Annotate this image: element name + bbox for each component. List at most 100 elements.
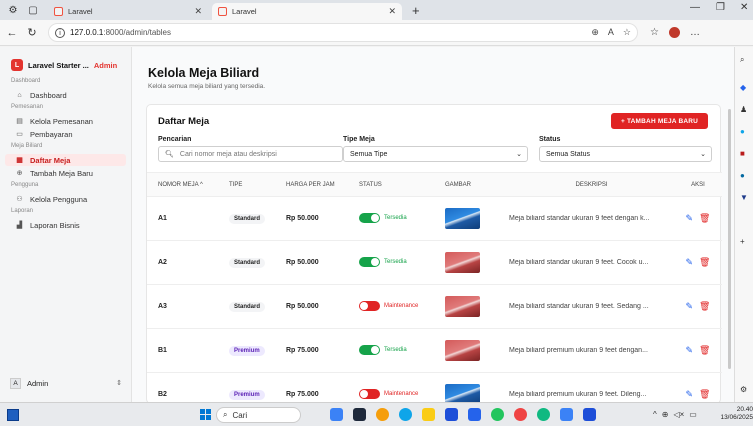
vscode-icon[interactable] <box>560 408 573 421</box>
table-thumbnail[interactable] <box>445 340 480 361</box>
page-scrollbar[interactable] <box>727 105 732 426</box>
card-icon: ▭ <box>16 131 23 138</box>
app-icon[interactable] <box>376 408 389 421</box>
sidebar-item-tambah-meja-baru[interactable]: ⊕ Tambah Meja Baru <box>0 167 131 179</box>
app-icon[interactable] <box>445 408 458 421</box>
type-badge: Premium <box>229 345 265 356</box>
table-thumbnail[interactable] <box>445 252 480 273</box>
taskbar-clock[interactable]: 20.40 13/06/2025 <box>718 406 753 422</box>
description-text: Meja biliard standar ukuran 9 feet. Seda… <box>509 303 649 310</box>
sidebar-item-label: Tambah Meja Baru <box>30 168 93 178</box>
restore-icon[interactable]: ❐ <box>716 2 725 13</box>
home-icon: ⌂ <box>17 91 22 99</box>
trash-icon[interactable]: 🗑︎ <box>699 213 710 224</box>
outlook-icon[interactable]: ● <box>740 127 745 136</box>
brand[interactable]: L Laravel Starter ... Admin <box>0 47 131 75</box>
search-input[interactable]: 🔍︎ Cari nomor meja atau deskripsi <box>158 146 343 162</box>
trash-icon[interactable]: 🗑︎ <box>699 257 710 268</box>
sidebar-item-pembayaran[interactable]: ▭ Pembayaran <box>0 128 131 140</box>
close-tab-icon[interactable]: ✕ <box>194 6 202 17</box>
laravel-favicon-icon <box>218 7 227 16</box>
read-aloud-icon[interactable]: A <box>608 27 614 38</box>
status-filter-select[interactable]: Semua Status ⌄ <box>539 146 712 162</box>
person-icon[interactable]: ♟ <box>740 105 747 114</box>
tab-actions-icon[interactable]: ▢ <box>26 3 40 17</box>
trash-icon[interactable]: 🗑︎ <box>699 389 710 400</box>
favorite-star-icon[interactable]: ☆ <box>623 27 631 38</box>
status-label: Tersedia <box>384 258 407 265</box>
status-toggle[interactable] <box>359 256 380 267</box>
sidebar-item-laporan-bisnis[interactable]: ▟ Laporan Bisnis <box>0 219 131 231</box>
status-toggle[interactable] <box>359 388 380 399</box>
status-toggle[interactable] <box>359 344 380 355</box>
site-info-icon[interactable]: i <box>55 27 65 38</box>
new-tab-icon[interactable]: + <box>412 3 420 18</box>
close-window-icon[interactable]: ✕ <box>740 2 748 13</box>
browser-tab-2[interactable]: Laravel ✕ <box>212 3 402 20</box>
taskbar-search[interactable]: ⌕ Cari <box>216 407 301 423</box>
chrome-icon[interactable] <box>537 408 550 421</box>
add-sidebar-icon[interactable]: + <box>740 237 745 246</box>
address-bar[interactable]: i 127.0.0.1 :8000/admin/tables ⊕ A ☆ <box>48 23 638 42</box>
table-thumbnail[interactable] <box>445 208 480 229</box>
tools-icon[interactable]: ■ <box>740 149 745 158</box>
battery-icon[interactable]: ▭ <box>689 410 697 419</box>
table-type-cell: Premium <box>229 372 286 402</box>
app-icon[interactable] <box>583 408 596 421</box>
edit-icon[interactable]: ✎ <box>686 213 694 224</box>
favorites-icon[interactable]: ☆ <box>650 27 659 38</box>
trash-icon[interactable]: 🗑︎ <box>699 301 710 312</box>
volume-icon[interactable]: ◁× <box>673 410 684 419</box>
profile-icon[interactable] <box>668 27 680 38</box>
copilot-icon[interactable]: ◆ <box>740 83 746 92</box>
sidebar-item-dashboard[interactable]: ⌂ Dashboard <box>0 89 131 101</box>
refresh-icon[interactable]: ↻ <box>24 26 40 39</box>
chevron-up-icon[interactable]: ^ <box>653 410 657 419</box>
status-toggle[interactable] <box>359 212 380 223</box>
browser-tab-1[interactable]: Laravel ✕ <box>48 3 208 20</box>
edit-icon[interactable]: ✎ <box>686 389 694 400</box>
windows-start-icon[interactable] <box>200 409 211 420</box>
column-header-gambar: GAMBAR <box>445 172 509 197</box>
games-icon[interactable]: ● <box>740 171 745 180</box>
sidebar-item-daftar-meja[interactable]: ▦ Daftar Meja <box>5 154 126 166</box>
status-toggle[interactable] <box>359 300 380 311</box>
whatsapp-icon[interactable] <box>491 408 504 421</box>
settings-icon[interactable]: ⚙ <box>740 385 747 394</box>
edge-icon[interactable] <box>399 408 412 421</box>
zoom-icon[interactable]: ⊕ <box>591 27 599 38</box>
table-status-cell: Maintenance <box>359 372 445 402</box>
type-filter-select[interactable]: Semua Tipe ⌄ <box>343 146 528 162</box>
sidebar-item-kelola-pemesanan[interactable]: ▤ Kelola Pemesanan <box>0 115 131 127</box>
scrollbar-thumb[interactable] <box>728 109 731 369</box>
close-tab-icon[interactable]: ✕ <box>388 6 396 17</box>
app-icon[interactable] <box>514 408 527 421</box>
minimize-icon[interactable]: — <box>690 2 700 13</box>
network-icon[interactable]: ⊕ <box>662 410 669 419</box>
sidebar-item-kelola-pengguna[interactable]: ⚇ Kelola Pengguna <box>0 193 131 205</box>
edit-icon[interactable]: ✎ <box>686 301 694 312</box>
edit-icon[interactable]: ✎ <box>686 257 694 268</box>
drop-icon[interactable]: ▼ <box>740 193 748 202</box>
add-table-button[interactable]: + TAMBAH MEJA BARU <box>611 113 708 129</box>
more-menu-icon[interactable]: … <box>690 27 700 38</box>
search-icon[interactable]: ⌕ <box>740 55 744 65</box>
table-row: A3 Standard Rp 50.000 Maintenance Meja bilia… <box>147 284 722 329</box>
user-menu[interactable]: A Admin ⇕ <box>10 376 122 390</box>
trash-icon[interactable]: 🗑︎ <box>699 345 710 356</box>
app-icon[interactable] <box>330 408 343 421</box>
table-number-cell: A1 <box>147 196 229 241</box>
file-explorer-icon[interactable] <box>422 408 435 421</box>
table-thumbnail[interactable] <box>445 296 480 317</box>
app-icon[interactable] <box>353 408 366 421</box>
column-header-no[interactable]: NOMOR MEJA ^ <box>147 172 229 197</box>
table-thumbnail[interactable] <box>445 384 480 402</box>
toggle-knob <box>371 213 379 222</box>
brand-name: Laravel Starter ... <box>28 60 89 70</box>
workspaces-icon[interactable]: ⚙ <box>6 3 20 17</box>
edit-icon[interactable]: ✎ <box>686 345 694 356</box>
app-icon[interactable] <box>468 408 481 421</box>
column-header-aksi: AKSI <box>674 172 722 197</box>
widgets-icon[interactable] <box>7 408 19 421</box>
back-icon[interactable]: ← <box>4 27 20 39</box>
